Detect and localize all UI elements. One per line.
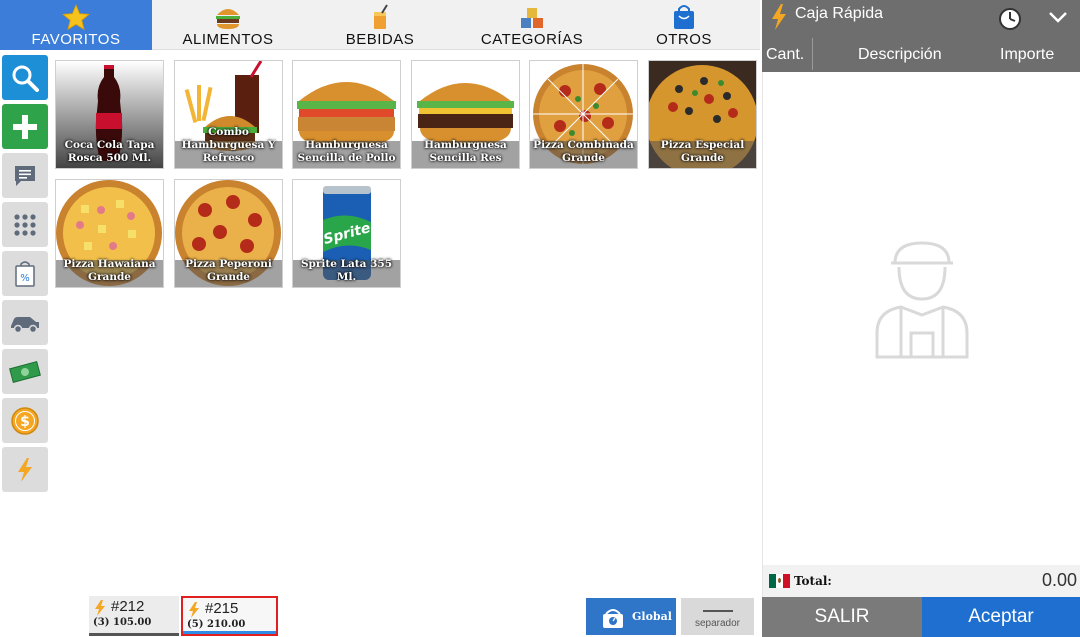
svg-text:%: %	[20, 273, 30, 284]
keypad-button[interactable]	[2, 202, 48, 247]
ticket-indicator	[89, 633, 179, 636]
product-tile[interactable]: Hamburguesa Sencilla de Pollo	[292, 60, 401, 169]
tab-bebidas[interactable]: BEBIDAS	[304, 0, 456, 50]
bolt-icon	[772, 4, 786, 30]
quick-sale-button[interactable]	[2, 447, 48, 492]
product-tile[interactable]: Pizza Especial Grande	[648, 60, 757, 169]
search-button[interactable]	[2, 55, 48, 100]
tab-label: ALIMENTOS	[182, 31, 274, 48]
cash-button[interactable]	[2, 349, 48, 394]
register-title: Caja Rápida	[795, 5, 884, 22]
bag-percent-icon: %	[15, 260, 35, 287]
car-icon	[11, 316, 39, 333]
mexico-flag-icon	[769, 574, 790, 588]
scale-icon	[603, 608, 623, 628]
discount-button[interactable]: %	[2, 251, 48, 296]
ticket-tab-selected[interactable]: #215 (5) 210.00	[181, 596, 278, 636]
tab-favoritos[interactable]: FAVORITOS	[0, 0, 152, 50]
exit-button[interactable]: SALIR	[762, 597, 922, 637]
ticket-number: #215	[205, 600, 239, 617]
tab-label: BEBIDAS	[345, 31, 415, 48]
bolt-icon	[18, 457, 32, 482]
bolt-icon	[189, 602, 199, 618]
order-header: Caja Rápida Cant. Descripción Importe	[762, 0, 1080, 72]
keypad-icon	[14, 213, 36, 236]
total-value: 0.00	[1041, 570, 1077, 590]
burger-icon	[216, 9, 240, 29]
product-tile[interactable]: Sprite Sprite Lata 355 Ml.	[292, 179, 401, 288]
delivery-button[interactable]	[2, 300, 48, 345]
product-name: Pizza Hawaiana Grande	[63, 258, 156, 283]
svg-text:$: $	[20, 414, 30, 430]
clock-icon[interactable]	[998, 7, 1022, 31]
ticket-item-count: (3)	[93, 617, 110, 628]
separator-button[interactable]: separador	[681, 598, 754, 635]
product-name: Pizza Peperoni Grande	[185, 258, 272, 283]
magnifier-icon	[12, 65, 39, 92]
product-name: Coca Cola Tapa Rosca 500 Ml.	[64, 139, 155, 164]
bag-icon	[674, 5, 694, 29]
product-name: Combo Hamburguesa Y Refresco	[181, 126, 276, 164]
product-tile[interactable]: Pizza Combinada Grande	[529, 60, 638, 169]
product-name: Hamburguesa Sencilla de Pollo	[297, 139, 396, 164]
column-divider	[812, 38, 813, 70]
global-button[interactable]: Global	[586, 598, 676, 635]
tab-label: CATEGORÍAS	[480, 31, 584, 48]
separator-line-icon	[703, 610, 733, 612]
chevron-down-icon[interactable]	[1047, 9, 1069, 25]
ticket-tab[interactable]: #212 (3) 105.00	[89, 596, 179, 636]
comment-icon	[15, 165, 35, 186]
column-header-description: Descripción	[858, 46, 942, 63]
bolt-icon	[95, 600, 105, 616]
ticket-amount: 105.00	[113, 617, 152, 628]
column-header-amount: Importe	[1000, 46, 1055, 63]
product-tile[interactable]: Hamburguesa Sencilla Res	[411, 60, 520, 169]
tab-alimentos[interactable]: ALIMENTOS	[152, 0, 304, 50]
add-button[interactable]	[2, 104, 48, 149]
categories-icon	[521, 8, 543, 28]
product-tile[interactable]: Pizza Peperoni Grande	[174, 179, 283, 288]
tab-categorias[interactable]: CATEGORÍAS	[456, 0, 608, 50]
coin-button[interactable]: $	[2, 398, 48, 443]
total-bar: Total: 0.00	[762, 565, 1080, 597]
plus-icon	[13, 114, 37, 139]
product-tile[interactable]: Coca Cola Tapa Rosca 500 Ml.	[55, 60, 164, 169]
product-name: Pizza Combinada Grande	[533, 139, 634, 164]
ticket-number: #212	[111, 598, 145, 615]
star-icon	[62, 4, 90, 30]
product-tile[interactable]: Combo Hamburguesa Y Refresco	[174, 60, 283, 169]
ticket-item-count: (5)	[187, 619, 204, 630]
drink-icon	[374, 4, 388, 29]
note-button[interactable]	[2, 153, 48, 198]
tab-label: FAVORITOS	[31, 31, 121, 48]
total-label: Total:	[794, 574, 832, 588]
coin-icon: $	[11, 406, 39, 435]
action-sidebar: % $	[2, 55, 48, 496]
product-name: Sprite Lata 355 Ml.	[300, 258, 393, 283]
global-label: Global	[632, 610, 672, 623]
order-lines	[762, 72, 1080, 565]
tab-otros[interactable]: OTROS	[608, 0, 760, 50]
column-header-qty: Cant.	[766, 46, 805, 63]
cashier-placeholder-icon	[875, 241, 969, 359]
accept-button[interactable]: Aceptar	[922, 597, 1080, 637]
category-tabs: FAVORITOS ALIMENTOS BEBIDAS CATEGORÍAS O…	[0, 0, 760, 50]
tab-label: OTROS	[656, 31, 712, 48]
separator-label: separador	[694, 618, 741, 629]
product-name: Hamburguesa Sencilla Res	[424, 139, 507, 164]
money-icon	[9, 360, 41, 383]
ticket-amount: 210.00	[207, 619, 246, 630]
product-name: Pizza Especial Grande	[660, 139, 745, 164]
ticket-indicator	[183, 631, 276, 634]
product-tile[interactable]: Pizza Hawaiana Grande	[55, 179, 164, 288]
